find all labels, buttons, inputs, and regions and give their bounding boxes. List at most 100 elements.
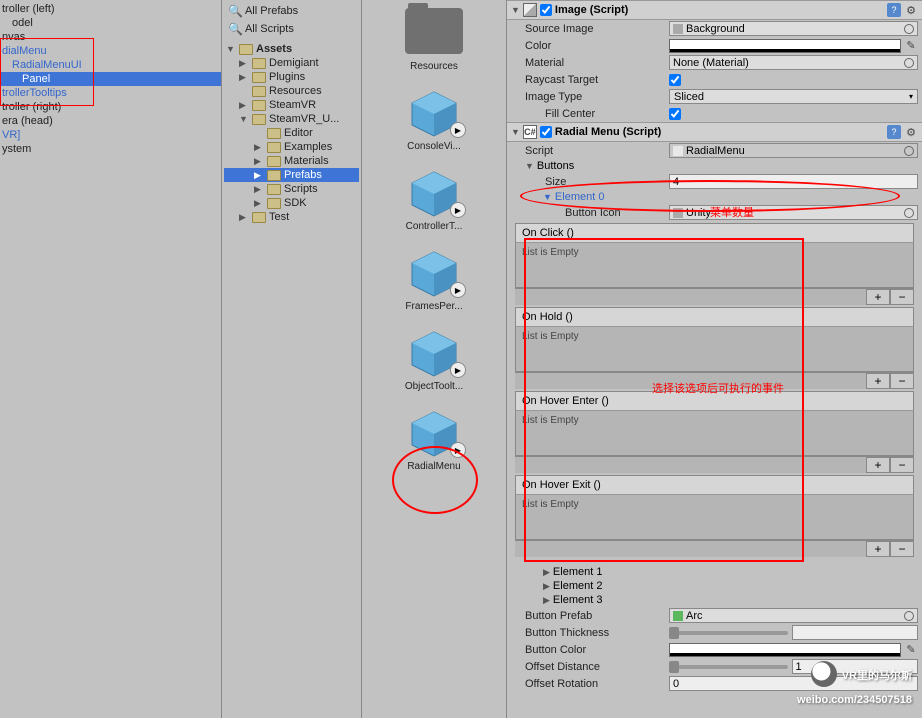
element0-header[interactable]: ▼ Element 0	[507, 190, 922, 204]
collapse-arrow-icon[interactable]: ▼	[511, 127, 520, 137]
component-enabled-checkbox[interactable]	[540, 126, 552, 138]
add-event-button[interactable]: +	[866, 457, 890, 473]
hierarchy-item[interactable]: dialMenu	[0, 44, 221, 58]
thickness-slider[interactable]	[669, 631, 788, 635]
remove-event-button[interactable]: −	[890, 373, 914, 389]
raycast-checkbox[interactable]	[669, 74, 681, 86]
fill-center-checkbox[interactable]	[669, 108, 681, 120]
folder-item[interactable]: ▶SteamVR	[224, 98, 359, 112]
expand-arrow-icon[interactable]: ▶	[254, 156, 264, 167]
object-picker-icon[interactable]	[904, 611, 914, 621]
add-event-button[interactable]: +	[866, 541, 890, 557]
asset-item-folder[interactable]: Resources	[405, 8, 463, 72]
expand-arrow-icon[interactable]: ▶	[239, 100, 249, 111]
color-swatch[interactable]	[669, 643, 901, 657]
folder-item[interactable]: Resources	[224, 84, 359, 98]
folder-item[interactable]: ▼SteamVR_U...	[224, 112, 359, 126]
button-prefab-object[interactable]: Arc	[669, 608, 918, 623]
component-enabled-checkbox[interactable]	[540, 4, 552, 16]
hierarchy-item[interactable]: troller (left)	[0, 2, 221, 16]
collapse-arrow-icon[interactable]: ▼	[511, 5, 520, 15]
color-swatch[interactable]	[669, 39, 901, 53]
asset-item-prefab[interactable]: ▶ FramesPer...	[405, 250, 462, 312]
add-event-button[interactable]: +	[866, 373, 890, 389]
thickness-input[interactable]	[792, 625, 919, 640]
expand-arrow-icon[interactable]: ▶	[254, 198, 264, 209]
gear-icon[interactable]: ⚙	[904, 3, 918, 17]
hierarchy-item[interactable]: trollerTooltips	[0, 86, 221, 100]
eyedropper-icon[interactable]: ✎	[904, 643, 918, 657]
object-picker-icon[interactable]	[904, 208, 914, 218]
folder-item[interactable]: ▶SDK	[224, 196, 359, 210]
hierarchy-item[interactable]: ystem	[0, 142, 221, 156]
search-all-scripts[interactable]: 🔍All Scripts	[224, 20, 359, 38]
remove-event-button[interactable]: −	[890, 289, 914, 305]
folder-item[interactable]: ▶Demigiant	[224, 56, 359, 70]
button-icon-object[interactable]: Unity	[669, 205, 918, 220]
hierarchy-item[interactable]: VR]	[0, 128, 221, 142]
component-header[interactable]: ▼ Image (Script) ? ⚙	[507, 0, 922, 20]
expand-arrow-icon[interactable]: ▶	[254, 184, 264, 195]
expand-arrow-icon[interactable]: ▶	[254, 170, 264, 181]
remove-event-button[interactable]: −	[890, 541, 914, 557]
hierarchy-item[interactable]: era (head)	[0, 114, 221, 128]
expand-arrow-icon[interactable]: ▼	[226, 44, 236, 54]
collapse-arrow-icon[interactable]: ▼	[525, 161, 534, 171]
collapse-arrow-icon[interactable]: ▶	[543, 567, 550, 578]
folder-item[interactable]: Editor	[224, 126, 359, 140]
hierarchy-item[interactable]: nvas	[0, 30, 221, 44]
asset-item-prefab[interactable]: ▶ RadialMenu	[407, 410, 460, 472]
gear-icon[interactable]: ⚙	[904, 125, 918, 139]
folder-item[interactable]: ▶Examples	[224, 140, 359, 154]
expand-arrow-icon[interactable]: ▶	[239, 212, 249, 223]
offset-distance-input[interactable]	[792, 659, 919, 674]
object-picker-icon[interactable]	[904, 58, 914, 68]
collapse-arrow-icon[interactable]: ▶	[543, 595, 550, 606]
image-type-dropdown[interactable]: Sliced▾	[669, 89, 918, 104]
expand-arrow-icon[interactable]: ▶	[239, 58, 249, 69]
script-icon	[673, 146, 683, 156]
folder-item[interactable]: ▶Scripts	[224, 182, 359, 196]
expand-arrow-icon[interactable]: ▶	[254, 142, 264, 153]
object-picker-icon[interactable]	[904, 24, 914, 34]
element-header[interactable]: ▶Element 3	[507, 593, 922, 607]
material-object[interactable]: None (Material)	[669, 55, 918, 70]
folder-item[interactable]: ▶Plugins	[224, 70, 359, 84]
script-object[interactable]: RadialMenu	[669, 143, 918, 158]
remove-event-button[interactable]: −	[890, 457, 914, 473]
offset-distance-slider[interactable]	[669, 665, 788, 669]
offset-rotation-input[interactable]	[669, 676, 918, 691]
folder-assets[interactable]: ▼Assets	[224, 42, 359, 56]
folder-item-selected[interactable]: ▶Prefabs	[224, 168, 359, 182]
collapse-arrow-icon[interactable]: ▼	[543, 192, 552, 202]
asset-item-prefab[interactable]: ▶ ObjectToolt...	[405, 330, 463, 392]
collapse-arrow-icon[interactable]: ▶	[543, 581, 550, 592]
size-input[interactable]	[669, 174, 918, 189]
expand-arrow-icon[interactable]: ▼	[239, 114, 249, 124]
field-label: Element 1	[553, 566, 603, 578]
expand-arrow-icon[interactable]: ▶	[239, 72, 249, 83]
buttons-array-header[interactable]: ▼ Buttons	[507, 159, 922, 173]
element-header[interactable]: ▶Element 2	[507, 579, 922, 593]
element-header[interactable]: ▶Element 1	[507, 565, 922, 579]
add-event-button[interactable]: +	[866, 289, 890, 305]
asset-item-prefab[interactable]: ▶ ConsoleVi...	[407, 90, 461, 152]
object-picker-icon[interactable]	[904, 146, 914, 156]
hierarchy-item[interactable]: odel	[0, 16, 221, 30]
field-label: Image Type	[525, 91, 665, 103]
eyedropper-icon[interactable]: ✎	[904, 39, 918, 53]
source-image-object[interactable]: Background	[669, 21, 918, 36]
search-all-prefabs[interactable]: 🔍All Prefabs	[224, 2, 359, 20]
help-icon[interactable]: ?	[887, 125, 901, 139]
folder-label: Materials	[284, 155, 329, 167]
component-header[interactable]: ▼ C# Radial Menu (Script) ? ⚙	[507, 122, 922, 142]
folder-item[interactable]: ▶ Materials	[224, 154, 359, 168]
asset-item-prefab[interactable]: ▶ ControllerT...	[406, 170, 463, 232]
hierarchy-item[interactable]: RadialMenuUI	[0, 58, 221, 72]
raycast-target-field: Raycast Target	[507, 71, 922, 88]
hierarchy-item[interactable]: troller (right)	[0, 100, 221, 114]
hierarchy-item-selected[interactable]: Panel	[0, 72, 221, 86]
field-label: Offset Distance	[525, 661, 665, 673]
help-icon[interactable]: ?	[887, 3, 901, 17]
folder-item[interactable]: ▶Test	[224, 210, 359, 224]
